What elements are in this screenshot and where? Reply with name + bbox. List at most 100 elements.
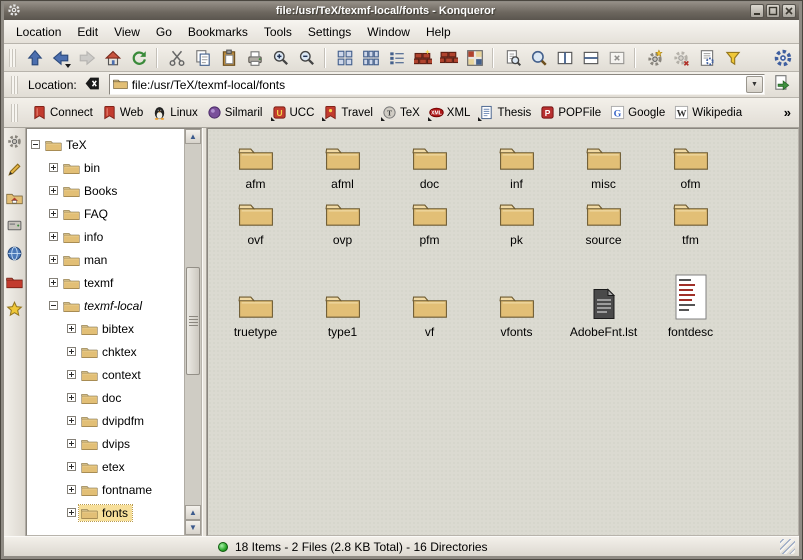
expand-plus-icon[interactable] (67, 347, 76, 356)
zoom-out-button[interactable] (294, 45, 319, 70)
menu-view[interactable]: View (106, 21, 148, 43)
menu-settings[interactable]: Settings (300, 21, 359, 43)
expand-plus-icon[interactable] (49, 232, 58, 241)
menu-location[interactable]: Location (8, 21, 69, 43)
tree-item-bin[interactable]: bin (27, 156, 184, 179)
toolbar-drag-handle[interactable] (11, 104, 18, 122)
tree-item-context[interactable]: context (27, 363, 184, 386)
expand-plus-icon[interactable] (49, 255, 58, 264)
expand-plus-icon[interactable] (49, 163, 58, 172)
expand-plus-icon[interactable] (67, 393, 76, 402)
bookmark-tex[interactable]: TTeX (382, 105, 420, 120)
font-size-up-button[interactable] (410, 45, 435, 70)
expand-plus-icon[interactable] (67, 439, 76, 448)
menu-go[interactable]: Go (148, 21, 180, 43)
cut-button[interactable] (164, 45, 189, 70)
paste-button[interactable] (216, 45, 241, 70)
print-button[interactable] (242, 45, 267, 70)
collapse-minus-icon[interactable] (31, 140, 40, 149)
menu-window[interactable]: Window (359, 21, 418, 43)
location-input[interactable] (132, 76, 742, 93)
bookmark-connect[interactable]: Connect (32, 105, 93, 120)
folder-item-doc[interactable]: doc (386, 135, 473, 191)
zoom-in-button[interactable] (268, 45, 293, 70)
collapse-minus-icon[interactable] (49, 301, 58, 310)
bookmark-tools-button[interactable] (642, 45, 667, 70)
combo-dropdown-button[interactable]: ▼ (746, 76, 763, 93)
reload-button[interactable] (126, 45, 151, 70)
expand-plus-icon[interactable] (49, 186, 58, 195)
expand-plus-icon[interactable] (67, 485, 76, 494)
folder-item-pk[interactable]: pk (473, 191, 560, 247)
folder-item-source[interactable]: source (560, 191, 647, 247)
find-button[interactable] (526, 45, 551, 70)
titlebar[interactable]: file:/usr/TeX/texmf-local/fonts - Konque… (4, 2, 799, 20)
bookmark-travel[interactable]: Travel (323, 105, 373, 120)
scroll-up-button[interactable]: ▲ (185, 129, 201, 144)
tree-item-tex[interactable]: TeX (27, 133, 184, 156)
tree-item-fonts[interactable]: fonts (27, 501, 184, 524)
menu-tools[interactable]: Tools (256, 21, 300, 43)
remove-view-button[interactable] (604, 45, 629, 70)
find-file-button[interactable] (500, 45, 525, 70)
clear-location-button[interactable] (82, 74, 104, 96)
file-item-adobefnt.lst[interactable]: AdobeFnt.lst (560, 247, 647, 339)
tree-item-texmf[interactable]: texmf (27, 271, 184, 294)
bookmarks-overflow-chevron[interactable]: » (782, 105, 793, 120)
sidebar-tab-services[interactable] (6, 134, 24, 152)
folder-item-vf[interactable]: vf (386, 247, 473, 339)
bookmark-linux[interactable]: Linux (152, 105, 198, 120)
sidebar-tab-network[interactable] (6, 246, 24, 264)
expand-plus-icon[interactable] (49, 278, 58, 287)
tree-item-fontname[interactable]: fontname (27, 478, 184, 501)
scrollbar-track[interactable] (185, 144, 201, 505)
folder-item-afm[interactable]: afm (212, 135, 299, 191)
expand-plus-icon[interactable] (67, 416, 76, 425)
file-item-fontdesc[interactable]: fontdesc (647, 247, 734, 339)
bookmark-ucc[interactable]: UUCC (272, 105, 315, 120)
bookmark-popfile[interactable]: PPOPFile (540, 105, 601, 120)
minimize-button[interactable] (750, 4, 764, 18)
bookmark-silmaril[interactable]: Silmaril (207, 105, 263, 120)
tree-item-faq[interactable]: FAQ (27, 202, 184, 225)
sidebar-tab-history[interactable] (6, 162, 24, 180)
folder-item-type1[interactable]: type1 (299, 247, 386, 339)
scrollbar-slider[interactable] (186, 267, 200, 375)
folder-item-inf[interactable]: inf (473, 135, 560, 191)
folder-item-afml[interactable]: afml (299, 135, 386, 191)
maximize-button[interactable] (766, 4, 780, 18)
copy-button[interactable] (190, 45, 215, 70)
tree-item-bibtex[interactable]: bibtex (27, 317, 184, 340)
expand-plus-icon[interactable] (67, 370, 76, 379)
home-button[interactable] (100, 45, 125, 70)
tree-item-info[interactable]: info (27, 225, 184, 248)
folder-item-ovp[interactable]: ovp (299, 191, 386, 247)
bookmark-web[interactable]: Web (102, 105, 143, 120)
folder-item-pfm[interactable]: pfm (386, 191, 473, 247)
folder-item-truetype[interactable]: truetype (212, 247, 299, 339)
folder-item-vfonts[interactable]: vfonts (473, 247, 560, 339)
bookmark-thesis[interactable]: Thesis (479, 105, 531, 120)
sidebar-tab-home-directory[interactable] (6, 190, 24, 208)
sidebar-tab-devices[interactable] (6, 218, 24, 236)
scroll-up-button[interactable]: ▲ (185, 505, 201, 520)
tree-scrollbar[interactable]: ▲ ▲ ▼ (184, 129, 201, 535)
expand-plus-icon[interactable] (67, 324, 76, 333)
folder-item-ofm[interactable]: ofm (647, 135, 734, 191)
font-size-down-button[interactable] (436, 45, 461, 70)
go-button[interactable] (770, 73, 793, 96)
tree-item-chktex[interactable]: chktex (27, 340, 184, 363)
menu-bookmarks[interactable]: Bookmarks (180, 21, 256, 43)
resize-grip[interactable] (780, 539, 795, 554)
stop-animations-button[interactable] (668, 45, 693, 70)
tree-item-texmf-local[interactable]: texmf-local (27, 294, 184, 317)
sidebar-tab-root-directory[interactable] (6, 274, 24, 292)
bookmark-xml[interactable]: XMLXML (429, 105, 471, 120)
bookmark-google[interactable]: GGoogle (610, 105, 665, 120)
split-left-right-button[interactable] (552, 45, 577, 70)
menu-edit[interactable]: Edit (69, 21, 106, 43)
up-button[interactable] (22, 45, 47, 70)
expand-plus-icon[interactable] (67, 462, 76, 471)
thumbnail-view-button[interactable] (462, 45, 487, 70)
tree-item-books[interactable]: Books (27, 179, 184, 202)
